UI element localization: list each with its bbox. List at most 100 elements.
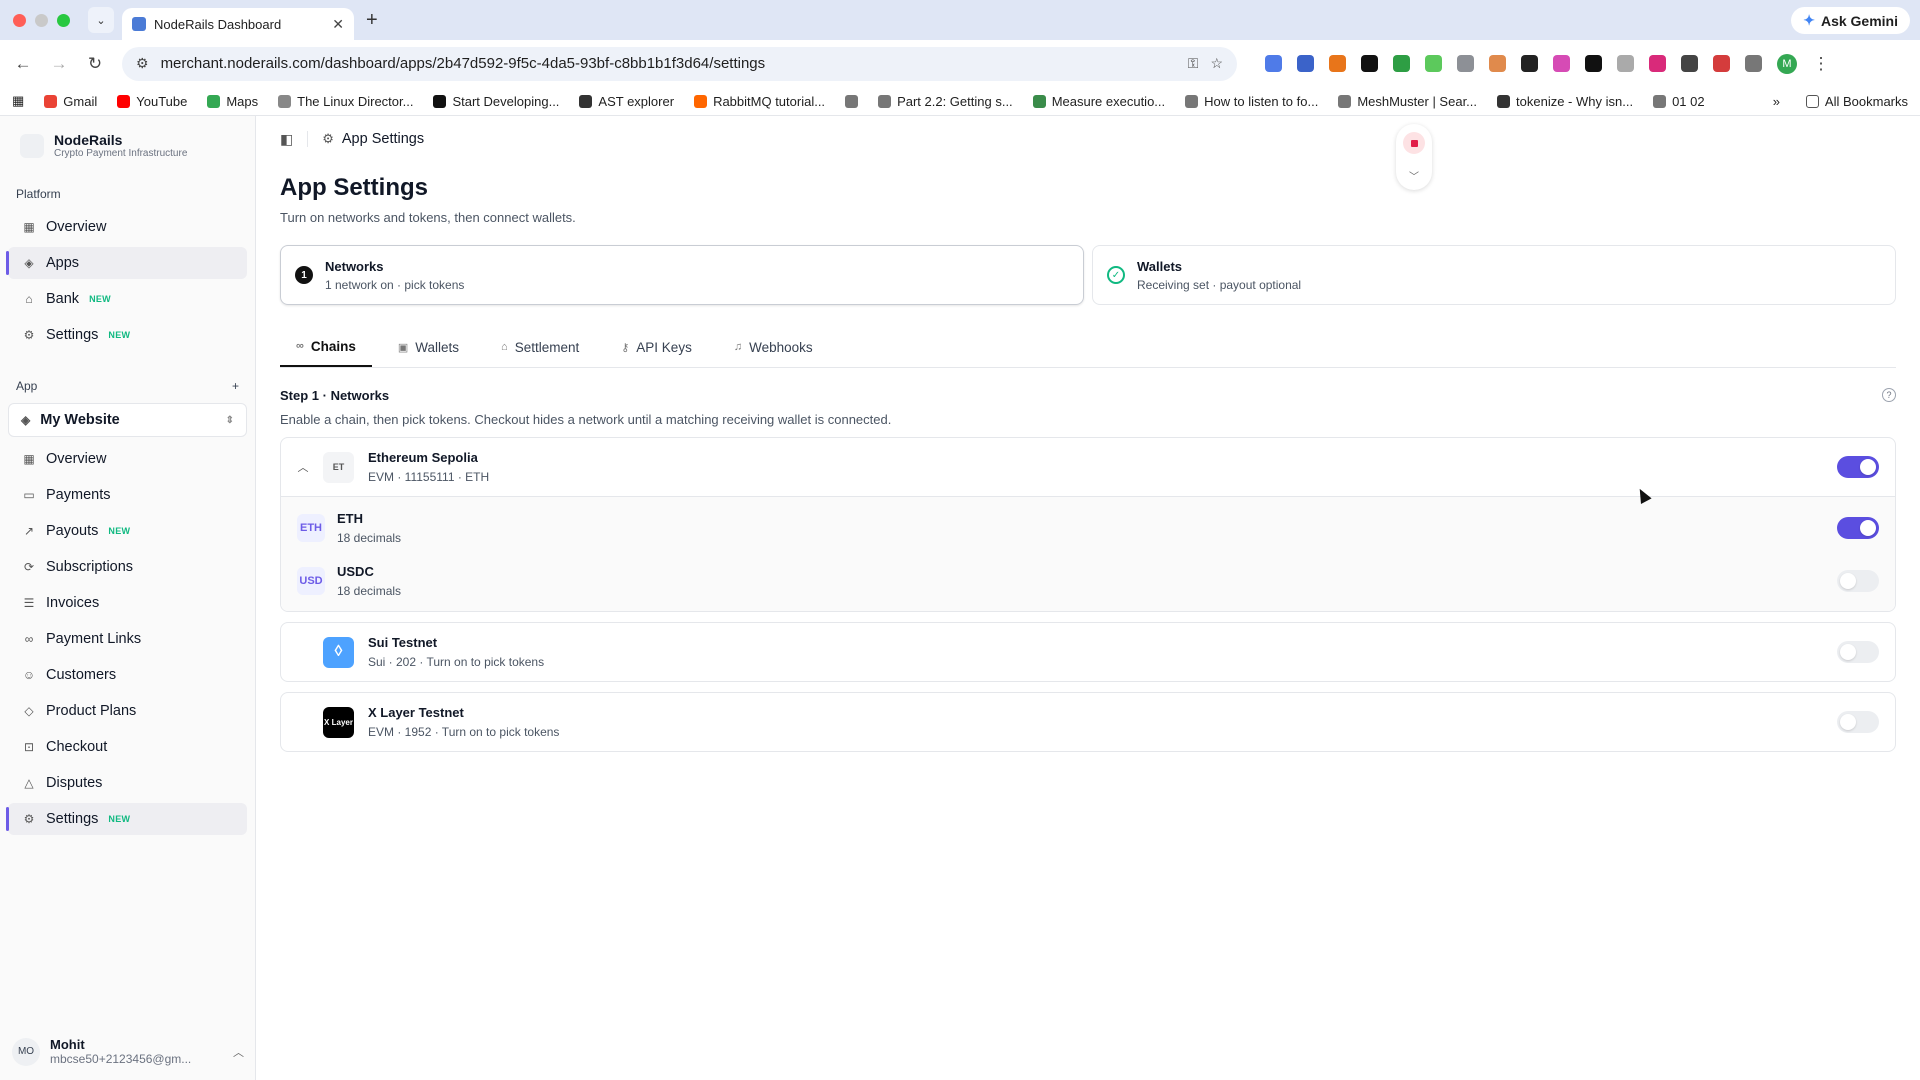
user-menu[interactable]: MO Mohit mbcse50+2123456@gm... ︿ [12, 1037, 244, 1066]
recording-widget[interactable]: ﹀ [1396, 124, 1432, 190]
sidebar-item-invoices[interactable]: ☰ Invoices [8, 587, 247, 619]
key-icon: ⚷ [621, 341, 630, 354]
sidebar-item-subscriptions[interactable]: ⟳ Subscriptions [8, 551, 247, 583]
bookmark-item[interactable]: Measure executio... [1032, 94, 1165, 109]
extension-icon[interactable] [1681, 55, 1698, 72]
bookmark-item[interactable]: YouTube [117, 94, 187, 109]
chevron-up-icon[interactable]: ︿ [297, 459, 309, 475]
extension-icon[interactable] [1489, 55, 1506, 72]
extension-icon[interactable] [1553, 55, 1570, 72]
tab-chains[interactable]: ∞ Chains [280, 327, 372, 367]
more-bookmarks-icon[interactable]: » [1773, 94, 1780, 109]
tab-settlement[interactable]: ⌂ Settlement [485, 327, 595, 367]
address-bar[interactable]: ⚙ merchant.noderails.com/dashboard/apps/… [122, 46, 1237, 81]
token-toggle[interactable] [1837, 516, 1879, 539]
network-row[interactable]: ︿ ET Ethereum Sepolia EVM · 11155111 · E… [281, 438, 1895, 496]
chevron-down-icon[interactable]: ﹀ [1409, 168, 1419, 183]
bookmark-item[interactable]: The Linux Director... [278, 94, 413, 109]
tab-api-keys[interactable]: ⚷ API Keys [605, 327, 708, 367]
sidebar-item-bank[interactable]: ⌂ Bank NEW [8, 283, 247, 315]
sidebar-item-app-settings[interactable]: ⚙ Settings NEW [6, 803, 247, 835]
network-toggle[interactable] [1837, 711, 1879, 733]
new-tab-icon[interactable]: + [366, 9, 378, 32]
sidebar-item-payouts[interactable]: ↗ Payouts NEW [8, 515, 247, 547]
extension-icon[interactable] [1521, 55, 1538, 72]
bookmark-item[interactable]: RabbitMQ tutorial... [694, 94, 825, 109]
bookmark-item[interactable]: AST explorer [579, 94, 674, 109]
browser-tab[interactable]: NodeRails Dashboard ✕ [122, 8, 354, 40]
close-window-button[interactable] [13, 13, 26, 27]
network-toggle[interactable] [1837, 456, 1879, 478]
all-bookmarks-button[interactable]: All Bookmarks [1805, 94, 1908, 109]
url-text[interactable]: merchant.noderails.com/dashboard/apps/2b… [161, 55, 1176, 72]
credit-card-icon: ▭ [23, 488, 35, 502]
bookmark-item[interactable] [845, 94, 859, 108]
forward-arrow-icon[interactable]: → [50, 54, 68, 74]
bookmark-item[interactable]: tokenize - Why isn... [1497, 94, 1633, 109]
network-row[interactable]: X Layer X Layer Testnet EVM · 1952 · Tur… [281, 693, 1895, 751]
apps-grid-icon[interactable]: ▦ [12, 93, 24, 109]
bookmark-item[interactable]: Part 2.2: Getting s... [878, 94, 1013, 109]
extension-icon[interactable] [1425, 55, 1442, 72]
stop-recording-button[interactable] [1403, 132, 1425, 154]
bookmark-item[interactable]: How to listen to fo... [1185, 94, 1318, 109]
ethereum-network-icon: ET [323, 451, 354, 483]
bookmark-item[interactable]: Start Developing... [433, 94, 559, 109]
extension-icon[interactable] [1617, 55, 1634, 72]
extension-icon[interactable] [1361, 55, 1378, 72]
add-app-icon[interactable]: + [232, 379, 239, 393]
password-key-icon[interactable]: ⚿ [1188, 55, 1199, 72]
tab-webhooks[interactable]: ♫ Webhooks [718, 327, 829, 367]
sidebar-item-disputes[interactable]: △ Disputes [8, 767, 247, 799]
network-toggle[interactable] [1837, 641, 1879, 663]
step-wallets[interactable]: ✓ Wallets Receiving set · payout optiona… [1092, 245, 1896, 305]
minimize-window-button[interactable] [35, 13, 48, 27]
extension-icon[interactable] [1585, 55, 1602, 72]
extension-icon[interactable] [1297, 55, 1314, 72]
sidebar-item-payment-links[interactable]: ∞ Payment Links [8, 623, 247, 655]
ask-gemini-button[interactable]: ✦ Ask Gemini [1791, 7, 1910, 34]
extension-icon[interactable] [1265, 55, 1282, 72]
bookmark-item[interactable]: Gmail [44, 94, 97, 109]
sidebar-item-overview[interactable]: ▦ Overview [8, 211, 247, 243]
metamask-icon[interactable] [1329, 55, 1346, 72]
bookmark-star-icon[interactable]: ☆ [1210, 55, 1223, 72]
app-selector[interactable]: ◈ My Website ⇕ [8, 403, 247, 437]
site-info-icon[interactable]: ⚙ [136, 55, 149, 72]
tab-close-icon[interactable]: ✕ [332, 16, 344, 33]
extension-icon[interactable] [1457, 55, 1474, 72]
sidebar-toggle-icon[interactable]: ◧ [280, 131, 293, 148]
sidebar-item-settings[interactable]: ⚙ Settings NEW [8, 319, 247, 351]
back-arrow-icon[interactable]: ← [14, 54, 32, 74]
sidebar-item-app-overview[interactable]: ▦ Overview [8, 443, 247, 475]
tab-search-icon[interactable]: ⌄ [88, 7, 114, 33]
download-extension-icon[interactable] [1393, 55, 1410, 72]
extensions-puzzle-icon[interactable] [1745, 55, 1762, 72]
tab-wallets[interactable]: ▣ Wallets [382, 327, 475, 367]
sidebar-item-apps[interactable]: ◈ Apps [6, 247, 247, 279]
token-name: USDC [337, 563, 374, 579]
new-badge: NEW [108, 330, 131, 340]
sidebar-item-product-plans[interactable]: ◇ Product Plans [8, 695, 247, 727]
bookmark-item[interactable]: MeshMuster | Sear... [1338, 94, 1477, 109]
step-title: Wallets [1137, 258, 1183, 274]
sidebar-item-customers[interactable]: ☺ Customers [8, 659, 247, 691]
extension-icon[interactable] [1713, 55, 1730, 72]
extension-icon[interactable] [1649, 55, 1666, 72]
token-toggle[interactable] [1837, 569, 1879, 592]
brand[interactable]: NodeRails Crypto Payment Infrastructure [8, 126, 247, 181]
sidebar-item-checkout[interactable]: ⊡ Checkout [8, 731, 247, 763]
reload-icon[interactable]: ↻ [86, 54, 104, 74]
bookmark-item[interactable]: Maps [207, 94, 258, 109]
step-networks[interactable]: 1 Networks 1 network on · pick tokens [280, 245, 1084, 305]
profile-avatar[interactable]: M [1777, 53, 1797, 74]
bookmark-item[interactable]: 01 02 [1653, 94, 1705, 109]
package-icon: ◇ [24, 704, 34, 718]
more-menu-icon[interactable]: ⋮ [1812, 54, 1830, 74]
maximize-window-button[interactable] [57, 13, 70, 27]
chevron-up-down-icon: ⇕ [225, 414, 234, 426]
help-icon[interactable]: ? [1882, 388, 1896, 402]
sidebar-item-payments[interactable]: ▭ Payments [8, 479, 247, 511]
network-row[interactable]: ◊ Sui Testnet Sui · 202 · Turn on to pic… [281, 623, 1895, 681]
setup-steps: 1 Networks 1 network on · pick tokens ✓ … [280, 245, 1896, 305]
